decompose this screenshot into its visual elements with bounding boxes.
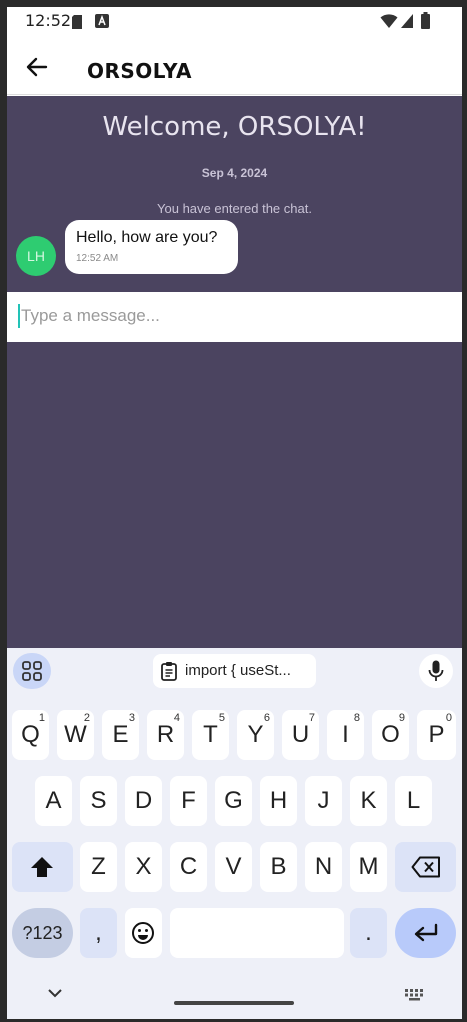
key-q[interactable]: Q1 bbox=[12, 710, 49, 760]
key-w[interactable]: W2 bbox=[57, 710, 94, 760]
key-b[interactable]: B bbox=[260, 842, 297, 892]
key-hint: 3 bbox=[128, 712, 135, 724]
enter-arrow-icon bbox=[414, 923, 438, 942]
key-m[interactable]: M bbox=[350, 842, 387, 892]
system-message: You have entered the chat. bbox=[157, 201, 312, 216]
period-key[interactable]: . bbox=[350, 908, 387, 958]
key-hint: 6 bbox=[263, 712, 270, 724]
battery-icon bbox=[421, 12, 430, 29]
key-a[interactable]: A bbox=[35, 776, 72, 826]
key-f[interactable]: F bbox=[170, 776, 207, 826]
key-label: R bbox=[156, 721, 175, 748]
key-u[interactable]: U7 bbox=[282, 710, 319, 760]
message-input-bar bbox=[7, 292, 462, 342]
welcome-heading: Welcome, ORSOLYA! bbox=[102, 112, 367, 142]
key-hint: 0 bbox=[445, 712, 452, 724]
key-label: E bbox=[112, 721, 129, 748]
key-hint: 2 bbox=[83, 712, 90, 724]
key-label: Q bbox=[21, 721, 40, 748]
key-h[interactable]: H bbox=[260, 776, 297, 826]
key-v[interactable]: V bbox=[215, 842, 252, 892]
chat-area[interactable]: Welcome, ORSOLYA! Sep 4, 2024 You have e… bbox=[7, 96, 462, 648]
wifi-icon bbox=[380, 14, 398, 28]
navigation-bar bbox=[7, 978, 462, 1019]
soft-keyboard: import { useSt... Q1 W2 E3 R4 T5 Y6 U7 I… bbox=[7, 648, 462, 1019]
home-gesture-bar[interactable] bbox=[174, 1001, 294, 1005]
phone-screen: 12:52 ORSOLYA Welcome, ORSOLYA! Sep 4, 2… bbox=[7, 7, 462, 1019]
key-g[interactable]: G bbox=[215, 776, 252, 826]
keyboard-switch-icon[interactable] bbox=[405, 989, 425, 1001]
key-l[interactable]: L bbox=[395, 776, 432, 826]
key-label: T bbox=[203, 721, 218, 748]
message-text: Hello, how are you? bbox=[76, 229, 218, 246]
symbols-key[interactable]: ?123 bbox=[12, 908, 73, 958]
space-key[interactable] bbox=[170, 908, 344, 958]
voice-input-button[interactable] bbox=[419, 654, 453, 688]
key-label: I bbox=[342, 721, 349, 748]
key-hint: 8 bbox=[353, 712, 360, 724]
arrow-left-icon[interactable] bbox=[23, 53, 51, 81]
clipboard-icon bbox=[161, 662, 177, 681]
signal-icon bbox=[401, 14, 413, 28]
key-p[interactable]: P0 bbox=[417, 710, 456, 760]
avatar[interactable]: LH bbox=[16, 236, 56, 276]
status-time: 12:52 bbox=[25, 11, 72, 30]
key-o[interactable]: O9 bbox=[372, 710, 409, 760]
shift-key[interactable] bbox=[12, 842, 73, 892]
shift-arrow-icon bbox=[31, 857, 53, 877]
text-cursor bbox=[18, 304, 20, 328]
key-i[interactable]: I8 bbox=[327, 710, 364, 760]
keyboard-toolbar: import { useSt... bbox=[7, 648, 462, 698]
text-a-icon bbox=[95, 14, 109, 28]
key-k[interactable]: K bbox=[350, 776, 387, 826]
key-hint: 7 bbox=[308, 712, 315, 724]
key-r[interactable]: R4 bbox=[147, 710, 184, 760]
key-label: Y bbox=[247, 721, 264, 748]
key-z[interactable]: Z bbox=[80, 842, 117, 892]
key-d[interactable]: D bbox=[125, 776, 162, 826]
key-x[interactable]: X bbox=[125, 842, 162, 892]
apps-grid-button[interactable] bbox=[13, 653, 51, 689]
key-hint: 1 bbox=[38, 712, 45, 724]
grid-icon bbox=[22, 661, 42, 681]
app-bar: ORSOLYA bbox=[7, 39, 462, 95]
status-bar: 12:52 bbox=[7, 7, 462, 39]
enter-key[interactable] bbox=[395, 908, 456, 958]
date-separator: Sep 4, 2024 bbox=[201, 166, 268, 180]
microphone-icon bbox=[428, 660, 444, 681]
message-input[interactable] bbox=[21, 300, 451, 332]
key-y[interactable]: Y6 bbox=[237, 710, 274, 760]
clipboard-suggestion[interactable]: import { useSt... bbox=[153, 654, 316, 688]
key-hint: 4 bbox=[173, 712, 180, 724]
sd-card-icon bbox=[72, 15, 82, 29]
key-s[interactable]: S bbox=[80, 776, 117, 826]
key-label: U bbox=[291, 721, 310, 748]
key-hint: 9 bbox=[398, 712, 405, 724]
emoji-key[interactable] bbox=[125, 908, 162, 958]
key-label: O bbox=[381, 721, 400, 748]
message-time: 12:52 AM bbox=[76, 253, 119, 264]
comma-key[interactable]: , bbox=[80, 908, 117, 958]
key-j[interactable]: J bbox=[305, 776, 342, 826]
key-e[interactable]: E3 bbox=[102, 710, 139, 760]
key-hint: 5 bbox=[218, 712, 225, 724]
chat-title: ORSOLYA bbox=[87, 59, 192, 83]
backspace-key[interactable] bbox=[395, 842, 456, 892]
key-n[interactable]: N bbox=[305, 842, 342, 892]
message-bubble[interactable]: Hello, how are you? 12:52 AM bbox=[65, 220, 238, 274]
backspace-icon bbox=[411, 856, 440, 878]
key-label: P bbox=[428, 721, 445, 748]
key-c[interactable]: C bbox=[170, 842, 207, 892]
clipboard-text: import { useSt... bbox=[185, 662, 291, 679]
key-t[interactable]: T5 bbox=[192, 710, 229, 760]
key-label: W bbox=[64, 721, 87, 748]
emoji-icon bbox=[132, 922, 154, 944]
chevron-down-icon[interactable] bbox=[47, 988, 63, 998]
